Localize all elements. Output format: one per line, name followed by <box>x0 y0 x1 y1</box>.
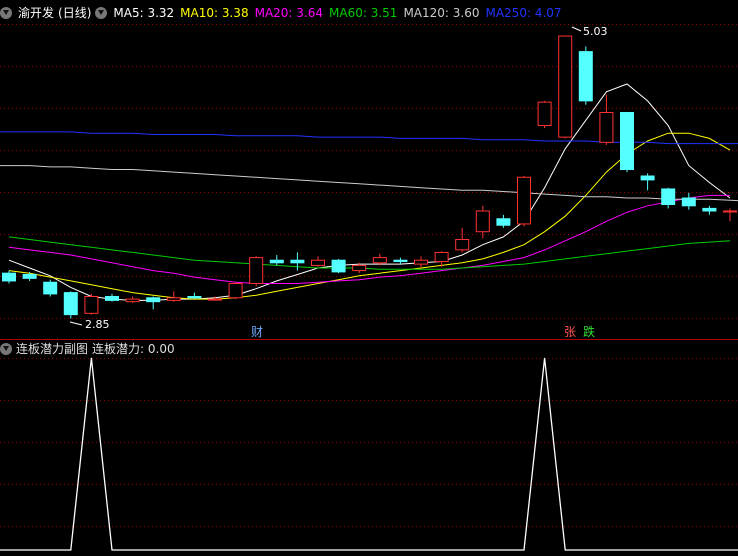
candle-up[interactable] <box>84 295 99 314</box>
candle-down[interactable] <box>269 259 284 264</box>
ma120-label: MA120: 3.60 <box>403 6 480 20</box>
candle-down[interactable] <box>702 207 717 212</box>
candle-down[interactable] <box>331 259 346 273</box>
candle-up[interactable] <box>537 101 552 126</box>
candle-down[interactable] <box>290 259 305 264</box>
candle-down[interactable] <box>578 51 593 102</box>
stock-chart[interactable]: 5.03 2.85 财 张 跌 渝开发 (日线) MA5: 3.32 MA10: 3.… <box>0 0 738 553</box>
sub-panel-lines <box>0 357 738 551</box>
candle-down[interactable] <box>393 259 408 263</box>
candle-down[interactable] <box>105 295 119 301</box>
candle-up[interactable] <box>166 297 181 301</box>
sub-panel-value: 连板潜力: 0.00 <box>92 342 175 356</box>
candle-down[interactable] <box>187 295 202 299</box>
candle-up[interactable] <box>311 259 325 266</box>
candle-down[interactable] <box>640 175 655 181</box>
candle-down[interactable] <box>146 297 161 303</box>
sub-panel-title: 连板潜力副图 <box>16 342 89 356</box>
candle-up[interactable] <box>558 35 573 138</box>
chevron-down-icon[interactable] <box>0 343 12 355</box>
candle-down[interactable] <box>63 292 78 316</box>
candle-up[interactable] <box>125 298 140 303</box>
ma5-label: MA5: 3.32 <box>113 6 175 20</box>
ma-legend: 渝开发 (日线) MA5: 3.32 MA10: 3.38 MA20: 3.64 MA60… <box>0 5 568 21</box>
candle-down[interactable] <box>2 272 16 282</box>
stock-name: 渝开发 <box>18 6 55 20</box>
ma10-label: MA10: 3.38 <box>180 6 249 20</box>
candle-up[interactable] <box>228 283 243 299</box>
sub-indicator-line <box>0 357 738 551</box>
candle-up[interactable] <box>372 257 387 264</box>
cai-marker: 财 <box>251 325 263 339</box>
candle-up[interactable] <box>723 210 737 213</box>
period-label: (日线) <box>58 6 92 20</box>
ma250-label: MA250: 4.07 <box>485 6 562 20</box>
chevron-down-icon[interactable] <box>0 7 12 19</box>
candle-up[interactable] <box>249 257 264 285</box>
grid-lines <box>0 24 738 527</box>
candle-up[interactable] <box>352 264 367 272</box>
low-price-label: 2.85 <box>85 318 110 331</box>
candle-down[interactable] <box>496 218 511 226</box>
candle-up[interactable] <box>599 112 614 143</box>
candle-up[interactable] <box>434 251 449 263</box>
ma-line-ma20 <box>8 194 730 284</box>
ma60-label: MA60: 3.51 <box>329 6 398 20</box>
sub-panel-legend: 连板潜力副图 连板潜力: 0.00 <box>0 341 179 357</box>
die-marker: 跌 <box>583 324 595 339</box>
chart-canvas[interactable]: 5.03 2.85 财 张 跌 <box>0 0 738 553</box>
candle-down[interactable] <box>661 188 676 206</box>
chevron-down-icon[interactable] <box>95 7 108 19</box>
candle-up[interactable] <box>414 259 428 265</box>
candle-down[interactable] <box>43 281 58 295</box>
high-price-label: 5.03 <box>583 25 608 38</box>
candle-up[interactable] <box>208 298 222 301</box>
low-marker-line <box>69 321 83 326</box>
candle-up[interactable] <box>455 238 470 251</box>
candle-down[interactable] <box>22 273 37 279</box>
candle-up[interactable] <box>517 176 531 225</box>
candle-up[interactable] <box>475 210 490 233</box>
zhang-marker: 张 <box>564 325 576 339</box>
ma20-label: MA20: 3.64 <box>254 6 324 20</box>
candle-down[interactable] <box>620 112 634 171</box>
high-marker-line <box>571 26 582 32</box>
candle-down[interactable] <box>681 197 696 207</box>
